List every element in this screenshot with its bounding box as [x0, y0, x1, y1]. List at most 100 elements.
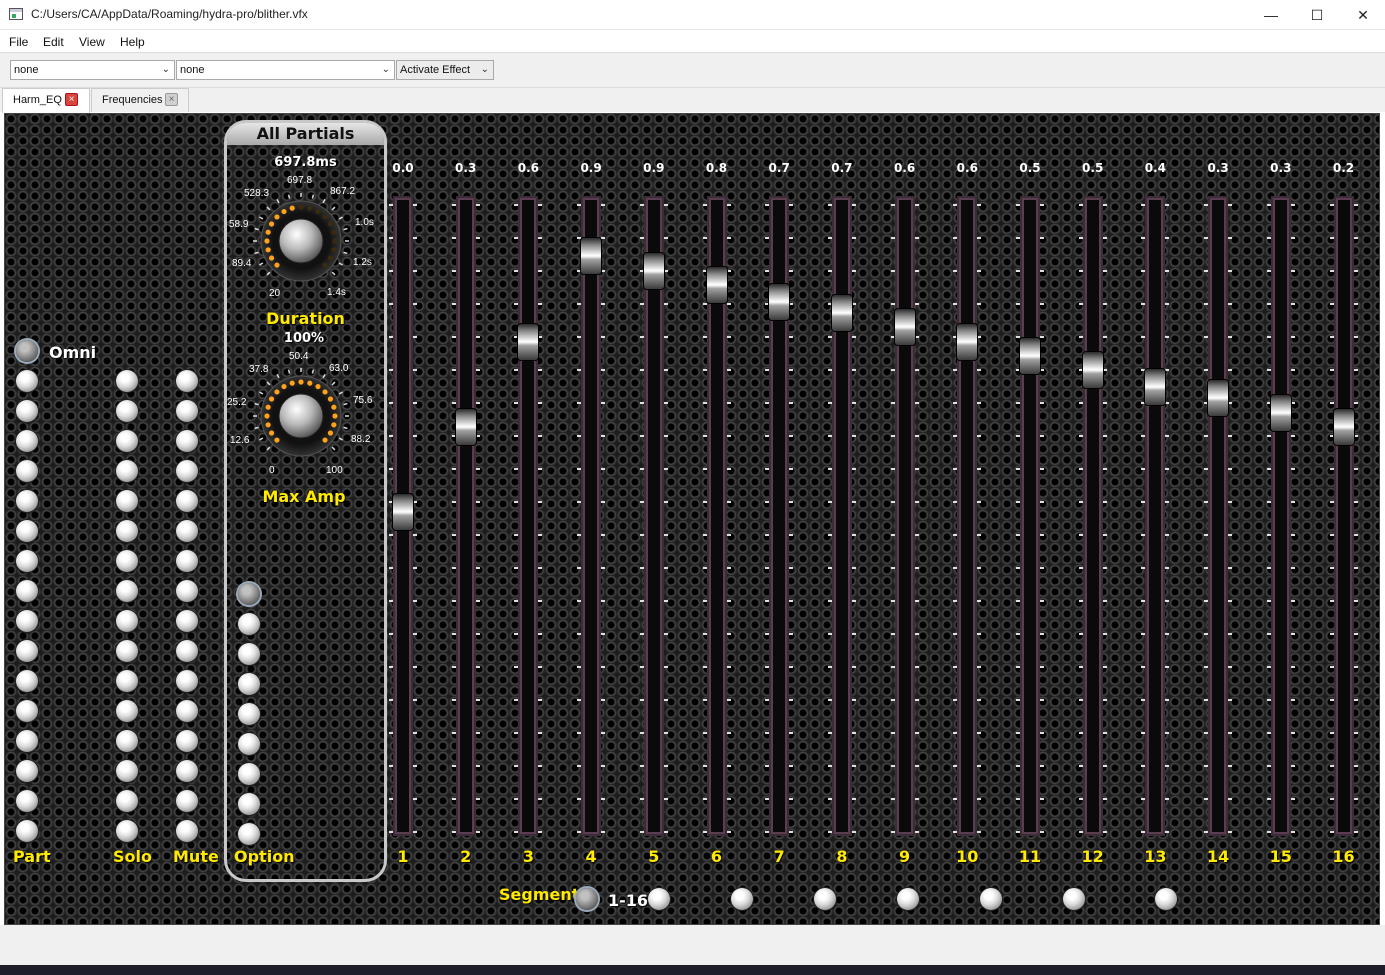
mute-toggle[interactable]: [176, 640, 198, 662]
solo-toggle[interactable]: [116, 430, 138, 452]
part-toggle[interactable]: [16, 580, 38, 602]
slider-track-3[interactable]: [518, 196, 539, 836]
solo-toggle[interactable]: [116, 460, 138, 482]
mute-toggle[interactable]: [176, 760, 198, 782]
slider-thumb-15[interactable]: [1270, 394, 1291, 431]
close-button[interactable]: ✕: [1340, 0, 1385, 30]
option-toggle[interactable]: [238, 703, 260, 725]
menu-edit[interactable]: Edit: [43, 35, 64, 49]
part-toggle[interactable]: [16, 550, 38, 572]
slider-thumb-8[interactable]: [831, 295, 852, 332]
mute-toggle[interactable]: [176, 520, 198, 542]
activate-effect-button[interactable]: Activate Effect ⌄: [396, 60, 494, 80]
mute-toggle[interactable]: [176, 730, 198, 752]
maximize-button[interactable]: ☐: [1294, 0, 1340, 30]
segment-toggle-1[interactable]: [576, 888, 598, 910]
tab-harm-eq[interactable]: Harm_EQ ×: [2, 88, 90, 113]
slider-track-9[interactable]: [894, 196, 915, 836]
part-toggle[interactable]: [16, 520, 38, 542]
slider-thumb-2[interactable]: [455, 408, 476, 445]
mute-toggle[interactable]: [176, 400, 198, 422]
solo-toggle[interactable]: [116, 490, 138, 512]
part-toggle[interactable]: [16, 760, 38, 782]
part-toggle[interactable]: [16, 610, 38, 632]
segment-toggle-3[interactable]: [731, 888, 753, 910]
slider-thumb-16[interactable]: [1333, 408, 1354, 445]
mute-toggle[interactable]: [176, 430, 198, 452]
slider-thumb-14[interactable]: [1208, 380, 1229, 417]
part-toggle[interactable]: [16, 700, 38, 722]
slider-thumb-7[interactable]: [769, 283, 790, 320]
option-toggle[interactable]: [238, 793, 260, 815]
minimize-button[interactable]: —: [1248, 0, 1294, 30]
part-toggle[interactable]: [16, 790, 38, 812]
option-toggle[interactable]: [238, 733, 260, 755]
slider-track-10[interactable]: [957, 196, 978, 836]
menu-view[interactable]: View: [79, 35, 105, 49]
mute-toggle[interactable]: [176, 790, 198, 812]
segment-toggle-2[interactable]: [648, 888, 670, 910]
slider-track-2[interactable]: [455, 196, 476, 836]
slider-thumb-10[interactable]: [957, 323, 978, 360]
solo-toggle[interactable]: [116, 790, 138, 812]
slider-track-12[interactable]: [1082, 196, 1103, 836]
combo-1[interactable]: none ⌄: [10, 60, 175, 80]
mute-toggle[interactable]: [176, 670, 198, 692]
solo-toggle[interactable]: [116, 730, 138, 752]
solo-toggle[interactable]: [116, 700, 138, 722]
menu-help[interactable]: Help: [120, 35, 145, 49]
mute-toggle[interactable]: [176, 820, 198, 842]
segment-toggle-4[interactable]: [814, 888, 836, 910]
solo-toggle[interactable]: [116, 550, 138, 572]
mute-toggle[interactable]: [176, 580, 198, 602]
solo-toggle[interactable]: [116, 580, 138, 602]
part-toggle[interactable]: [16, 670, 38, 692]
mute-toggle[interactable]: [176, 550, 198, 572]
solo-toggle[interactable]: [116, 670, 138, 692]
slider-thumb-4[interactable]: [581, 238, 602, 275]
part-toggle[interactable]: [16, 640, 38, 662]
part-toggle[interactable]: [16, 460, 38, 482]
tab-frequencies[interactable]: Frequencies ×: [91, 88, 189, 112]
mute-toggle[interactable]: [176, 610, 198, 632]
segment-toggle-6[interactable]: [980, 888, 1002, 910]
slider-track-11[interactable]: [1020, 196, 1040, 836]
slider-track-8[interactable]: [831, 196, 852, 836]
solo-toggle[interactable]: [116, 610, 138, 632]
part-toggle[interactable]: [16, 370, 38, 392]
slider-thumb-1[interactable]: [393, 494, 413, 530]
part-toggle[interactable]: [16, 430, 38, 452]
segment-toggle-7[interactable]: [1063, 888, 1085, 910]
slider-track-4[interactable]: [581, 196, 602, 836]
omni-toggle[interactable]: [16, 340, 38, 362]
solo-toggle[interactable]: [116, 400, 138, 422]
option-toggle[interactable]: [238, 583, 260, 605]
solo-toggle[interactable]: [116, 640, 138, 662]
option-toggle[interactable]: [238, 613, 260, 635]
option-toggle[interactable]: [238, 673, 260, 695]
option-toggle[interactable]: [238, 763, 260, 785]
option-toggle[interactable]: [238, 823, 260, 845]
close-icon[interactable]: ×: [165, 93, 178, 106]
part-toggle[interactable]: [16, 820, 38, 842]
slider-thumb-6[interactable]: [706, 266, 727, 303]
solo-toggle[interactable]: [116, 760, 138, 782]
mute-toggle[interactable]: [176, 460, 198, 482]
max-amp-knob[interactable]: [227, 123, 384, 523]
slider-thumb-9[interactable]: [894, 309, 915, 346]
mute-toggle[interactable]: [176, 370, 198, 392]
solo-toggle[interactable]: [116, 520, 138, 542]
close-icon[interactable]: ×: [65, 93, 78, 106]
menu-file[interactable]: File: [9, 35, 28, 49]
part-toggle[interactable]: [16, 490, 38, 512]
part-toggle[interactable]: [16, 400, 38, 422]
segment-toggle-5[interactable]: [897, 888, 919, 910]
option-toggle[interactable]: [238, 643, 260, 665]
solo-toggle[interactable]: [116, 820, 138, 842]
mute-toggle[interactable]: [176, 490, 198, 512]
slider-track-15[interactable]: [1270, 196, 1291, 836]
slider-thumb-12[interactable]: [1082, 352, 1103, 388]
slider-track-5[interactable]: [643, 196, 664, 836]
slider-track-16[interactable]: [1333, 196, 1354, 836]
segment-toggle-8[interactable]: [1155, 888, 1177, 910]
